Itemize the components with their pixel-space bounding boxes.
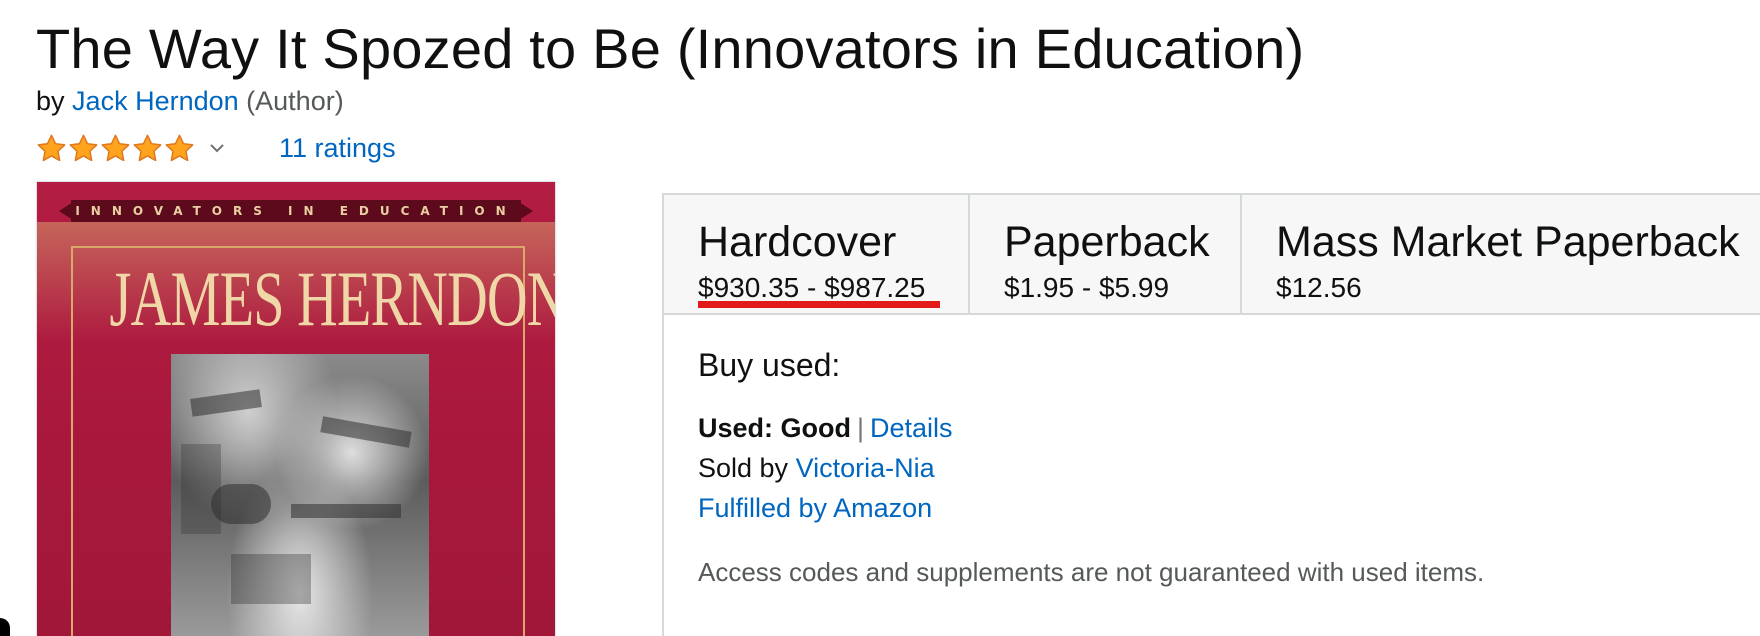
cover-photo	[171, 354, 429, 636]
buy-used-heading: Buy used:	[698, 347, 841, 383]
cover-series-text: INNOVATORS IN EDUCATION	[75, 204, 517, 218]
star-icon	[69, 134, 98, 161]
seller-link[interactable]: Victoria-Nia	[796, 453, 935, 483]
fulfilled-by-amazon-link[interactable]: Fulfilled by Amazon	[698, 493, 932, 523]
window-corner	[0, 618, 10, 636]
cover-author-text: JAMES HERNDON	[109, 255, 555, 342]
separator: |	[857, 413, 865, 443]
star-icon	[37, 134, 66, 161]
star-rating[interactable]	[36, 133, 195, 164]
format-price: $12.56	[1276, 272, 1362, 303]
chevron-down-icon[interactable]	[207, 141, 227, 155]
sold-by-row: Sold by Victoria-Nia	[698, 451, 935, 485]
book-cover-image[interactable]: INNOVATORS IN EDUCATION JAMES HERNDON	[37, 182, 555, 636]
cover-series-banner: INNOVATORS IN EDUCATION	[59, 200, 533, 222]
format-panel: Hardcover $930.35 - $987.25 Paperback $1…	[662, 193, 1760, 636]
rating-row: 11 ratings	[36, 132, 396, 164]
format-tabs: Hardcover $930.35 - $987.25 Paperback $1…	[664, 193, 1760, 315]
format-tab-hardcover[interactable]: Hardcover $930.35 - $987.25	[664, 195, 970, 313]
byline-prefix: by	[36, 86, 65, 116]
condition-label: Used: Good	[698, 413, 851, 443]
product-title: The Way It Spozed to Be (Innovators in E…	[36, 17, 1305, 80]
star-icon	[133, 134, 162, 161]
author-role: (Author)	[246, 86, 344, 116]
format-name: Hardcover	[698, 218, 897, 266]
ratings-count-link[interactable]: 11 ratings	[279, 132, 396, 164]
product-page: The Way It Spozed to Be (Innovators in E…	[0, 0, 1760, 636]
author-link[interactable]: Jack Herndon	[72, 86, 239, 116]
format-price: $1.95 - $5.99	[1004, 272, 1170, 303]
selected-format-underline	[698, 301, 940, 308]
star-icon	[165, 134, 194, 161]
format-price: $930.35 - $987.25	[698, 272, 926, 303]
used-items-notice: Access codes and supplements are not gua…	[698, 557, 1485, 587]
format-name: Paperback	[1004, 218, 1210, 266]
format-tab-paperback[interactable]: Paperback $1.95 - $5.99	[970, 195, 1242, 313]
byline: by Jack Herndon (Author)	[36, 84, 344, 118]
details-link[interactable]: Details	[870, 413, 953, 443]
condition-row: Used: Good | Details	[698, 411, 953, 445]
fulfilled-row: Fulfilled by Amazon	[698, 491, 932, 525]
format-name: Mass Market Paperback	[1276, 218, 1740, 266]
format-tab-mass-market-paperback[interactable]: Mass Market Paperback $12.56	[1242, 195, 1760, 313]
sold-by-prefix: Sold by	[698, 453, 789, 483]
star-icon	[101, 134, 130, 161]
